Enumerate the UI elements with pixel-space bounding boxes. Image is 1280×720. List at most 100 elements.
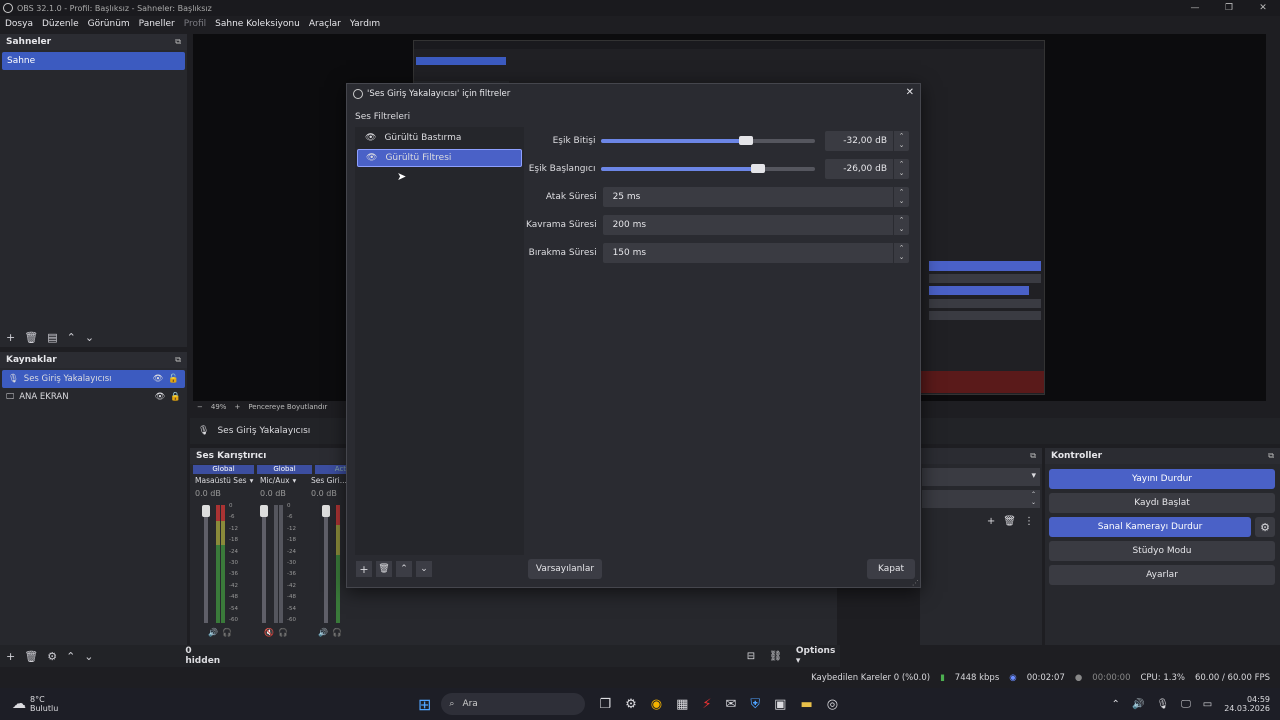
spin-release[interactable]: 150 ms ⌃ ⌄: [602, 243, 909, 263]
close-button[interactable]: ✕: [1246, 0, 1280, 16]
speaker-icon[interactable]: 🔊: [208, 628, 222, 638]
float-icon[interactable]: ⧉: [175, 355, 181, 365]
spin-down-icon[interactable]: ⌄: [899, 253, 905, 262]
menu-profil[interactable]: Profil: [184, 19, 206, 29]
add-filter-icon[interactable]: +: [356, 561, 372, 577]
channel-name[interactable]: Ses Giri...la: [311, 476, 349, 485]
battery-icon[interactable]: ▭: [1203, 699, 1212, 710]
shield-icon[interactable]: ⛨: [750, 697, 760, 712]
weather-widget[interactable]: ☁ 8°C Bulutlu: [12, 695, 392, 713]
float-icon[interactable]: ⧉: [1268, 451, 1274, 461]
spin-up-icon[interactable]: ⌃: [899, 244, 905, 253]
menu-araclar[interactable]: Araçlar: [309, 19, 341, 29]
spin-hold[interactable]: 200 ms ⌃ ⌄: [602, 215, 909, 235]
slider-threshold-open[interactable]: [601, 164, 816, 173]
spin-threshold-open[interactable]: -26,00 dB ⌃ ⌄: [825, 159, 909, 179]
source-item-screen[interactable]: 🖵 ANA EKRAN 👁 🔒: [0, 388, 187, 406]
resize-grip-icon[interactable]: ⋰: [912, 579, 919, 587]
scene-item[interactable]: Sahne: [2, 52, 185, 70]
settings-button[interactable]: Ayarlar: [1049, 565, 1275, 585]
link-icon[interactable]: ⛓: [769, 651, 782, 662]
filter-icon[interactable]: ▤: [47, 331, 57, 344]
arrow-down-icon[interactable]: ⌄: [85, 331, 94, 344]
zoom-in-icon[interactable]: +: [234, 403, 240, 411]
slider-threshold-close[interactable]: [601, 136, 816, 145]
spin-attack[interactable]: 25 ms ⌃ ⌄: [602, 187, 909, 207]
spin-up-icon[interactable]: ⌃: [899, 188, 905, 197]
studio-mode-button[interactable]: Stüdyo Modu: [1049, 541, 1275, 561]
eye-icon[interactable]: 👁: [153, 374, 164, 384]
transition-select[interactable]: ▾: [922, 468, 1040, 486]
chrome-icon[interactable]: ◉: [651, 697, 662, 712]
menu-dosya[interactable]: Dosya: [5, 19, 33, 29]
windows-start-icon[interactable]: ⊞: [418, 695, 431, 714]
close-dialog-button[interactable]: Kapat: [867, 559, 915, 579]
spin-down-icon[interactable]: ⌄: [899, 197, 905, 206]
chevron-down-icon[interactable]: ▾: [250, 476, 254, 485]
box-app-icon[interactable]: ▣: [774, 697, 786, 712]
maximize-button[interactable]: ❐: [1212, 0, 1246, 16]
duration-spin[interactable]: ⌃ ⌄: [922, 490, 1040, 508]
remove-filter-icon[interactable]: 🗑: [376, 561, 392, 577]
channel-name[interactable]: Mic/Aux: [260, 476, 290, 485]
channel-name[interactable]: Masaüstü Ses: [195, 476, 247, 485]
trash-icon[interactable]: 🗑: [24, 650, 38, 663]
spin-up-icon[interactable]: ⌃: [899, 132, 905, 141]
move-up-icon[interactable]: ⌃: [396, 561, 412, 577]
lock-icon[interactable]: 🔒: [170, 392, 181, 402]
arrow-up-icon[interactable]: ⌃: [67, 331, 76, 344]
dialog-close-icon[interactable]: ✕: [906, 87, 914, 98]
acrobat-icon[interactable]: ⚡: [702, 697, 711, 712]
lock-icon[interactable]: 🔓: [168, 374, 179, 384]
chevron-down-icon[interactable]: ▾: [293, 476, 297, 485]
stop-stream-button[interactable]: Yayını Durdur: [1049, 469, 1275, 489]
speaker-icon[interactable]: 🔊: [318, 628, 332, 638]
task-view-icon[interactable]: ❐: [599, 697, 611, 712]
eye-icon[interactable]: 👁: [366, 153, 377, 163]
filter-item-noise-gate[interactable]: 👁 Gürültü Filtresi: [357, 149, 522, 167]
volume-slider-knob[interactable]: [260, 505, 268, 517]
menu-duzenle[interactable]: Düzenle: [42, 19, 79, 29]
mute-icon[interactable]: 🔇: [264, 628, 278, 638]
headphones-icon[interactable]: 🎧: [278, 628, 318, 638]
eye-icon[interactable]: 👁: [155, 392, 166, 402]
tray-chevron-icon[interactable]: ⌃: [1112, 699, 1120, 710]
spin-down-icon[interactable]: ⌄: [899, 169, 905, 178]
move-down-icon[interactable]: ⌄: [416, 561, 432, 577]
store-icon[interactable]: ▦: [676, 697, 688, 712]
source-item-mic[interactable]: 🎙 Ses Giriş Yakalayıcısı 👁 🔓: [2, 370, 185, 388]
settings-app-icon[interactable]: ⚙: [625, 697, 637, 712]
trash-icon[interactable]: 🗑: [1003, 516, 1016, 527]
headphones-icon[interactable]: 🎧: [222, 628, 264, 638]
gear-icon[interactable]: ⚙: [47, 650, 57, 663]
volume-icon[interactable]: 🔊: [1132, 699, 1144, 710]
virtualcam-gear-icon[interactable]: ⚙: [1255, 517, 1275, 537]
layout-icon[interactable]: ⊟: [747, 651, 755, 662]
fit-window-button[interactable]: Pencereye Boyutlandır: [248, 403, 327, 411]
microphone-icon[interactable]: 🎙: [1156, 699, 1169, 710]
display-icon[interactable]: 🖵: [1181, 699, 1191, 710]
obs-app-icon[interactable]: ◎: [827, 697, 838, 712]
volume-slider-knob[interactable]: [202, 505, 210, 517]
menu-yardim[interactable]: Yardım: [350, 19, 380, 29]
mail-icon[interactable]: ✉: [726, 697, 737, 712]
float-icon[interactable]: ⧉: [1030, 451, 1036, 461]
defaults-button[interactable]: Varsayılanlar: [528, 559, 602, 579]
arrow-down-icon[interactable]: ⌄: [84, 650, 93, 663]
arrow-up-icon[interactable]: ⌃: [66, 650, 75, 663]
taskbar-search[interactable]: ⌕ Ara: [441, 693, 586, 715]
menu-gorunum[interactable]: Görünüm: [88, 19, 130, 29]
trash-icon[interactable]: 🗑: [24, 331, 38, 344]
eye-icon[interactable]: 👁: [365, 133, 376, 143]
menu-sahne-koleksiyonu[interactable]: Sahne Koleksiyonu: [215, 19, 300, 29]
explorer-icon[interactable]: ▬: [800, 697, 812, 712]
add-icon[interactable]: +: [987, 516, 995, 527]
zoom-out-icon[interactable]: −: [197, 403, 203, 411]
add-icon[interactable]: +: [6, 650, 15, 663]
stop-virtualcam-button[interactable]: Sanal Kamerayı Durdur: [1049, 517, 1251, 537]
filter-item-noise-suppress[interactable]: 👁 Gürültü Bastırma: [357, 129, 522, 147]
float-icon[interactable]: ⧉: [175, 37, 181, 47]
mixer-options-button[interactable]: Options ▾: [796, 646, 840, 666]
spin-up-icon[interactable]: ⌃: [899, 216, 905, 225]
spin-threshold-close[interactable]: -32,00 dB ⌃ ⌄: [825, 131, 909, 151]
